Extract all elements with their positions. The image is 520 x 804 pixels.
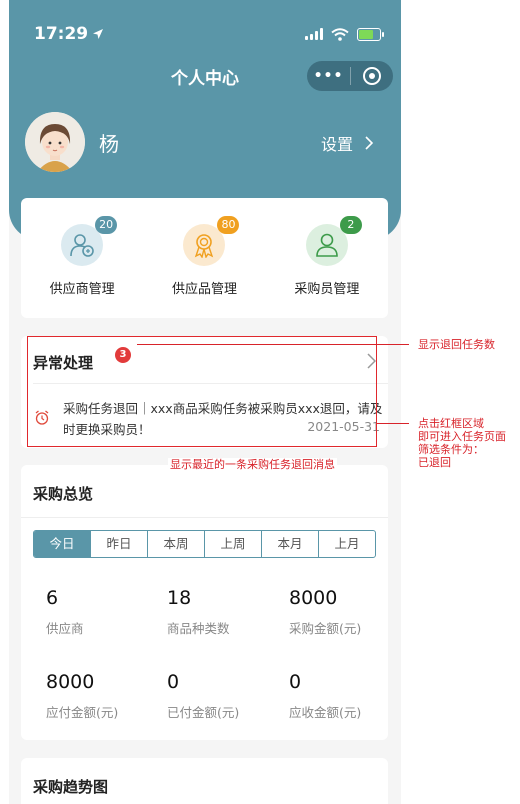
location-arrow-icon bbox=[93, 29, 104, 39]
stat-label: 采购金额(元) bbox=[289, 621, 362, 636]
tab-today[interactable]: 今日 bbox=[34, 531, 90, 557]
supply-item-management[interactable]: 80 供应品管理 bbox=[143, 198, 265, 318]
annotation-count-note: 显示退回任务数 bbox=[418, 338, 495, 351]
overview-card: 采购总览 今日 昨日 本周 上周 本月 上月 6 供应商 18 商品种类数 80… bbox=[21, 465, 388, 740]
tab-last-month[interactable]: 上月 bbox=[318, 531, 375, 557]
supply-item-icon-wrap: 80 bbox=[183, 216, 240, 266]
annotation-line-count bbox=[137, 344, 409, 345]
status-right-group bbox=[305, 27, 384, 41]
stat-label: 已付金额(元) bbox=[167, 705, 240, 720]
stat-value: 0 bbox=[167, 671, 180, 693]
stat-label: 供应商 bbox=[46, 621, 84, 636]
stat-suppliers: 6 供应商 bbox=[46, 587, 156, 637]
stat-value: 18 bbox=[167, 587, 192, 609]
annotation-region-note: 点击红框区域 即可进入任务页面 筛选条件为： 已退回 bbox=[418, 417, 520, 469]
stat-purchase-amount: 8000 采购金额(元) bbox=[289, 587, 399, 637]
annotation-line-region bbox=[377, 423, 409, 424]
stat-label: 商品种类数 bbox=[167, 621, 230, 636]
wifi-icon bbox=[331, 27, 349, 41]
stat-label: 应收金额(元) bbox=[289, 705, 362, 720]
buyer-icon-wrap: 2 bbox=[305, 216, 362, 266]
user-icon bbox=[316, 233, 338, 257]
supplier-count-badge: 20 bbox=[95, 216, 118, 234]
overview-title: 采购总览 bbox=[33, 485, 94, 503]
stat-payable: 8000 应付金额(元) bbox=[46, 671, 156, 721]
supply-item-count-badge: 80 bbox=[217, 216, 240, 234]
stat-value: 8000 bbox=[46, 671, 95, 693]
tab-this-month[interactable]: 本月 bbox=[261, 531, 318, 557]
stat-value: 8000 bbox=[289, 587, 338, 609]
supplier-icon-wrap: 20 bbox=[61, 216, 118, 266]
status-time-group: 17:29 bbox=[34, 24, 104, 44]
trend-title: 采购趋势图 bbox=[33, 778, 109, 796]
stat-value: 0 bbox=[289, 671, 302, 693]
battery-icon bbox=[357, 27, 384, 41]
period-tabs: 今日 昨日 本周 上周 本月 上月 bbox=[33, 530, 376, 558]
annotation-region-line-2: 即可进入任务页面 bbox=[418, 430, 506, 443]
supplier-management-label: 供应商管理 bbox=[49, 282, 115, 297]
avatar[interactable] bbox=[25, 112, 85, 172]
target-icon bbox=[363, 67, 381, 85]
user-name: 杨 bbox=[99, 132, 119, 156]
supplier-management[interactable]: 20 供应商管理 bbox=[21, 198, 143, 318]
stat-receivable: 0 应收金额(元) bbox=[289, 671, 399, 721]
chevron-right-icon bbox=[365, 136, 374, 150]
stat-value: 6 bbox=[46, 587, 59, 609]
status-time: 17:29 bbox=[34, 24, 89, 44]
buyer-management-label: 采购员管理 bbox=[294, 282, 360, 297]
mini-program-capsule: ••• bbox=[307, 61, 393, 91]
more-menu-button[interactable]: ••• bbox=[307, 68, 350, 84]
buyer-management[interactable]: 2 采购员管理 bbox=[266, 198, 388, 318]
settings-link[interactable]: 设置 bbox=[321, 131, 374, 155]
management-card: 20 供应商管理 80 供应品管理 2 采购员管理 bbox=[21, 198, 388, 318]
avatar-illustration bbox=[25, 112, 85, 172]
buyer-count-badge: 2 bbox=[339, 216, 362, 234]
stat-label: 应付金额(元) bbox=[46, 705, 119, 720]
stat-paid: 0 已付金额(元) bbox=[167, 671, 277, 721]
tab-last-week[interactable]: 上周 bbox=[204, 531, 261, 557]
close-target-button[interactable] bbox=[351, 67, 393, 85]
stat-product-types: 18 商品种类数 bbox=[167, 587, 277, 637]
tab-yesterday[interactable]: 昨日 bbox=[90, 531, 147, 557]
highlight-region-box bbox=[27, 336, 377, 447]
cellular-signal-icon bbox=[305, 28, 323, 40]
settings-label: 设置 bbox=[321, 135, 354, 154]
annotation-bottom-note: 显示最近的一条采购任务退回消息 bbox=[168, 458, 337, 471]
tab-this-week[interactable]: 本周 bbox=[147, 531, 204, 557]
annotation-region-line-3: 筛选条件为： bbox=[418, 443, 484, 456]
annotation-region-line-4: 已退回 bbox=[418, 456, 451, 469]
divider bbox=[21, 517, 388, 518]
supply-item-management-label: 供应品管理 bbox=[171, 282, 237, 297]
trend-card: 采购趋势图 bbox=[21, 758, 388, 804]
award-medal-icon bbox=[195, 234, 214, 258]
status-bar: 17:29 bbox=[34, 22, 384, 46]
annotation-region-line-1: 点击红框区域 bbox=[418, 417, 484, 430]
supplier-icon bbox=[70, 234, 94, 257]
